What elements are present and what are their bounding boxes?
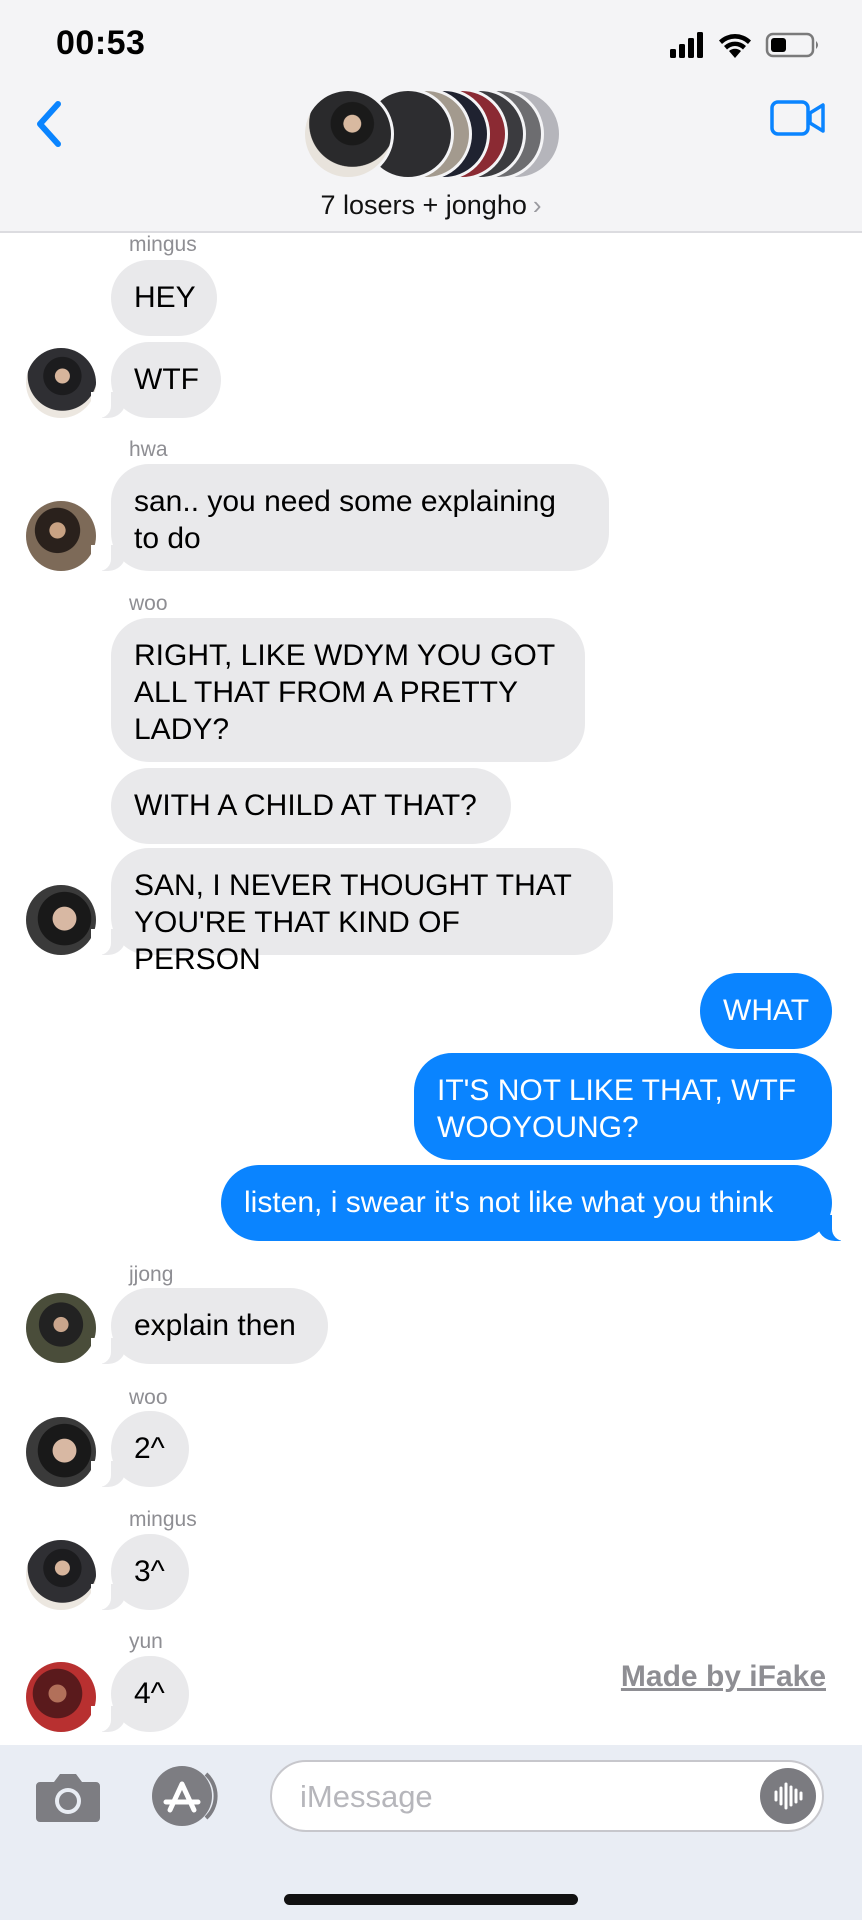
- watermark: Made by iFake: [620, 1660, 826, 1693]
- home-indicator[interactable]: [284, 1894, 578, 1905]
- wifi-icon: [719, 34, 751, 58]
- conversation-header: 00:53 7 losers + jongho ›: [0, 0, 862, 233]
- message-bubble[interactable]: SAN, I NEVER THOUGHT THAT YOU'RE THAT KI…: [91, 848, 613, 976]
- avatar[interactable]: [26, 1540, 96, 1610]
- group-title-text: 7 losers + jongho: [320, 190, 527, 220]
- message-bubble[interactable]: RIGHT, LIKE WDYM YOU GOT ALL THAT FROM A…: [111, 618, 585, 762]
- avatar[interactable]: [26, 501, 96, 571]
- sender-name: woo: [129, 592, 168, 615]
- message-input-placeholder: iMessage: [300, 1779, 433, 1814]
- chevron-right-icon: ›: [532, 190, 542, 220]
- sender-name: mingus: [129, 233, 197, 256]
- group-avatar: [302, 88, 394, 180]
- sender-name: hwa: [129, 438, 168, 461]
- battery-icon: [765, 32, 818, 58]
- message-bubble[interactable]: san.. you need some explaining to do: [91, 464, 609, 571]
- video-camera-icon[interactable]: [770, 98, 826, 138]
- back-chevron-icon[interactable]: [28, 96, 72, 152]
- audio-waveform-icon[interactable]: [760, 1768, 816, 1824]
- message-input[interactable]: iMessage: [270, 1760, 824, 1832]
- group-title[interactable]: 7 losers + jongho ›: [0, 190, 862, 221]
- avatar[interactable]: [26, 1662, 96, 1732]
- message-bubble[interactable]: HEY: [111, 260, 217, 336]
- status-time: 00:53: [56, 24, 146, 62]
- sender-name: mingus: [129, 1508, 197, 1531]
- message-bubble[interactable]: 4^: [91, 1656, 189, 1732]
- sender-name: woo: [129, 1386, 168, 1409]
- message-bubble[interactable]: WITH A CHILD AT THAT?: [111, 768, 511, 844]
- message-bubble[interactable]: 2^: [91, 1411, 189, 1487]
- sender-name: yun: [129, 1630, 163, 1653]
- avatar[interactable]: [26, 348, 96, 418]
- signal-icon: [670, 32, 703, 58]
- message-bubble[interactable]: explain then: [91, 1288, 328, 1364]
- app-store-icon[interactable]: [148, 1764, 226, 1828]
- sender-name: jjong: [129, 1263, 174, 1286]
- message-bubble[interactable]: WHAT: [700, 973, 832, 1049]
- message-bubble[interactable]: IT'S NOT LIKE THAT, WTF WOOYOUNG?: [414, 1053, 832, 1160]
- message-bubble[interactable]: 3^: [91, 1534, 189, 1610]
- message-bubble[interactable]: WTF: [91, 342, 221, 418]
- avatar[interactable]: [26, 1293, 96, 1363]
- message-bubble[interactable]: listen, i swear it's not like what you t…: [221, 1165, 852, 1241]
- group-avatar-stack[interactable]: [302, 88, 562, 184]
- status-icons: [670, 32, 818, 58]
- camera-icon[interactable]: [34, 1768, 102, 1824]
- avatar[interactable]: [26, 1417, 96, 1487]
- avatar[interactable]: [26, 885, 96, 955]
